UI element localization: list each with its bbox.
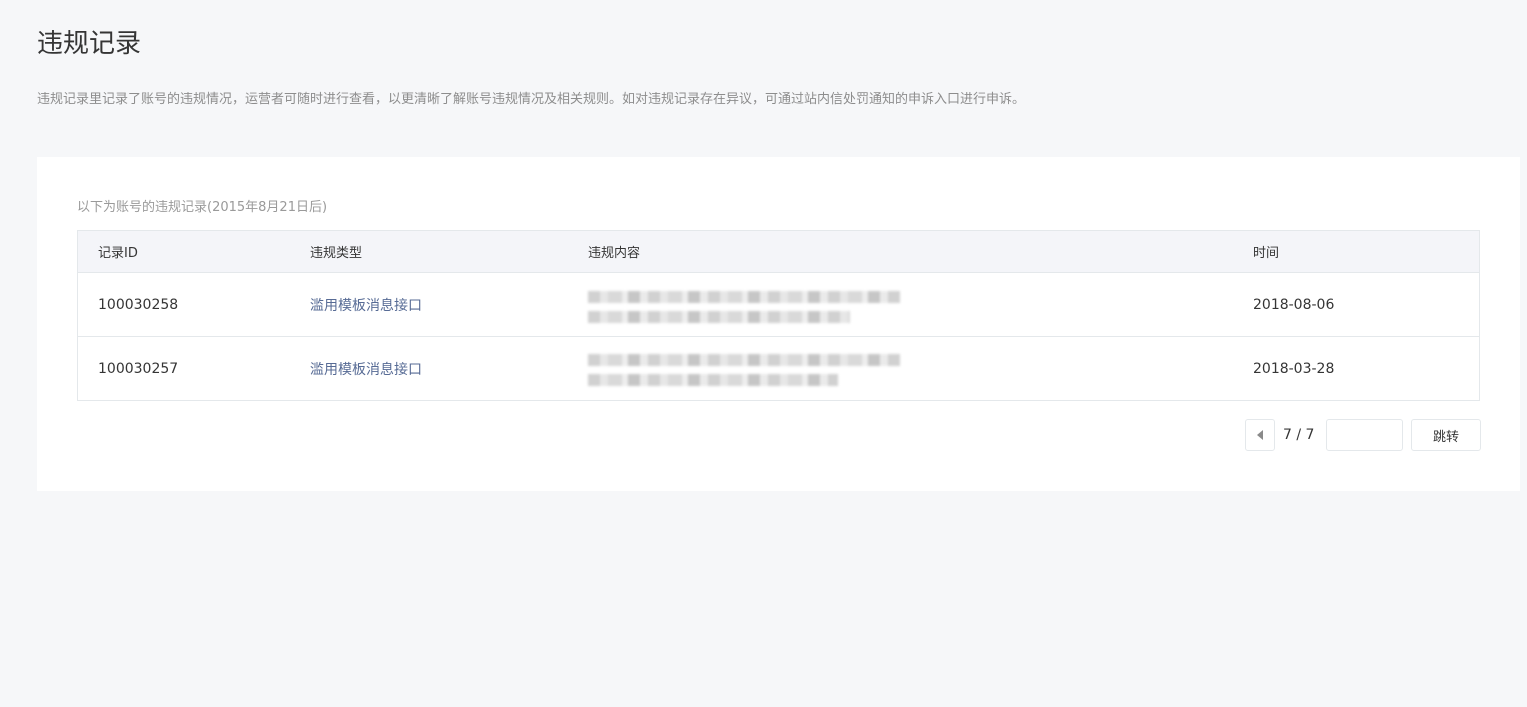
header-record-id: 记录ID: [98, 246, 138, 261]
header-violation-content: 违规内容: [588, 246, 641, 261]
triangle-left-icon: [1257, 430, 1263, 440]
table-row: 100030257 滥用模板消息接口 2018-03-28: [78, 336, 1479, 400]
redacted-content: [588, 346, 908, 392]
redacted-content: [588, 282, 908, 328]
pagination: 7 / 7 跳转: [1245, 419, 1481, 451]
records-card: 以下为账号的违规记录(2015年8月21日后) 记录ID 违规类型 违规内容 时…: [37, 157, 1520, 491]
records-caption: 以下为账号的违规记录(2015年8月21日后): [77, 200, 328, 215]
violation-content: [588, 273, 908, 336]
page-jump-input[interactable]: [1326, 419, 1403, 451]
record-id: 100030257: [98, 360, 179, 377]
record-time: 2018-08-06: [1253, 296, 1335, 313]
jump-button[interactable]: 跳转: [1411, 419, 1481, 451]
table-header: 记录ID 违规类型 违规内容 时间: [78, 231, 1479, 273]
violation-type-link[interactable]: 滥用模板消息接口: [310, 337, 422, 400]
record-id: 100030258: [98, 296, 179, 313]
page-count: 7 / 7: [1283, 427, 1315, 443]
record-time: 2018-03-28: [1253, 360, 1335, 377]
page-title: 违规记录: [37, 29, 142, 59]
records-table: 记录ID 违规类型 违规内容 时间 100030258 滥用模板消息接口 201…: [77, 230, 1480, 401]
violation-content: [588, 337, 908, 400]
violation-type-link[interactable]: 滥用模板消息接口: [310, 273, 422, 336]
table-row: 100030258 滥用模板消息接口 2018-08-06: [78, 273, 1479, 336]
header-time: 时间: [1253, 246, 1280, 261]
prev-page-button[interactable]: [1245, 419, 1275, 451]
header-violation-type: 违规类型: [310, 246, 363, 261]
page-description: 违规记录里记录了账号的违规情况，运营者可随时进行查看，以更清晰了解账号违规情况及…: [37, 92, 1026, 107]
